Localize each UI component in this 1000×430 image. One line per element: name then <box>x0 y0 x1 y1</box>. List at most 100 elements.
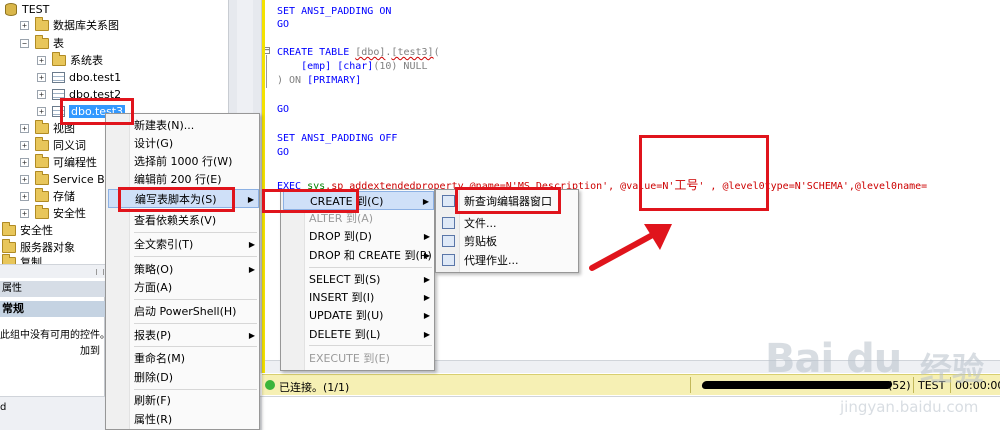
expand-icon[interactable]: + <box>20 123 29 133</box>
tree-node-replication[interactable]: 复制 <box>2 253 42 264</box>
menu-item-facets[interactable]: 方面(A) <box>108 278 259 297</box>
clipboard-icon <box>442 235 455 247</box>
code-line-5: ) ON [PRIMARY] <box>277 75 361 86</box>
annotation-box-new-query <box>455 187 561 214</box>
annotation-box-create-to <box>262 189 359 213</box>
ssms-window: TEST + 数据库关系图 − 表 + 系统表 + dbo.test1 + db… <box>0 0 1000 430</box>
tree-node-database[interactable]: TEST <box>5 1 49 17</box>
query-window-icon <box>442 195 455 207</box>
menu-item-select-top[interactable]: 选择前 1000 行(W) <box>108 152 259 171</box>
table-context-menu: 新建表(N)... 设计(G) 选择前 1000 行(W) 编辑前 200 行(… <box>105 113 260 430</box>
tree-node-programmability[interactable]: + 可编程性 <box>20 153 97 170</box>
tree-node-server-objects[interactable]: 服务器对象 <box>2 238 75 255</box>
submenu-item-clipboard[interactable]: 剪贴板 <box>438 232 578 251</box>
tree-node-security[interactable]: 安全性 <box>2 221 53 238</box>
code-line-1: SET ANSI_PADDING ON <box>277 6 392 17</box>
tree-node-storage[interactable]: + 存储 <box>20 187 75 204</box>
tree-node-synonyms[interactable]: + 同义词 <box>20 136 86 153</box>
tree-node-system-tables[interactable]: + 系统表 <box>37 51 103 68</box>
expand-icon[interactable]: + <box>37 72 46 82</box>
folder-icon <box>35 119 49 134</box>
collapse-region-icon[interactable]: − <box>265 47 270 54</box>
tree-node-table-test1[interactable]: + dbo.test1 <box>37 69 121 85</box>
baidu-watermark: Bai du 经验 jingyan.baidu.com <box>745 330 995 430</box>
folder-icon <box>2 221 16 236</box>
submenu-arrow-icon: ▶ <box>248 331 255 340</box>
menu-item-fulltext-index[interactable]: 全文索引(T) ▶ <box>108 235 259 254</box>
folder-icon <box>35 34 49 49</box>
database-icon <box>5 2 17 16</box>
submenu-item-drop-to[interactable]: DROP 到(D) ▶ <box>283 227 434 246</box>
folder-icon <box>52 51 66 66</box>
tree-node-diagrams[interactable]: + 数据库关系图 <box>20 16 119 33</box>
folder-icon <box>35 204 49 219</box>
expand-icon[interactable]: + <box>20 20 29 30</box>
bottom-label: d <box>0 402 7 413</box>
table-icon <box>52 71 65 83</box>
menu-item-properties[interactable]: 属性(R) <box>108 410 259 429</box>
folder-icon <box>2 238 16 253</box>
code-identifier: [test3] <box>391 47 434 58</box>
menu-item-label: DROP 到(D) <box>309 230 372 243</box>
expand-icon[interactable]: + <box>20 174 29 184</box>
submenu-item-select-to[interactable]: SELECT 到(S) ▶ <box>283 270 434 289</box>
submenu-item-file[interactable]: 文件... <box>438 214 578 233</box>
annotation-box-script-as <box>118 187 235 212</box>
collapse-icon[interactable]: − <box>20 38 29 48</box>
submenu-arrow-icon: ▶ <box>423 293 430 302</box>
menu-item-refresh[interactable]: 刷新(F) <box>108 391 259 410</box>
submenu-arrow-icon: ▶ <box>423 251 430 260</box>
menu-item-policies[interactable]: 策略(O) ▶ <box>108 260 259 279</box>
annotation-box-value <box>639 135 769 211</box>
properties-section-general[interactable]: 常规 <box>0 301 105 317</box>
folder-icon <box>35 136 49 151</box>
folder-icon <box>35 16 49 31</box>
submenu-item-insert-to[interactable]: INSERT 到(I) ▶ <box>283 288 434 307</box>
menu-separator <box>134 346 257 347</box>
menu-item-design[interactable]: 设计(G) <box>108 134 259 153</box>
baidu-logo: Bai du <box>765 336 902 382</box>
expand-icon[interactable]: + <box>20 140 29 150</box>
tree-node-tables[interactable]: − 表 <box>20 34 64 51</box>
menu-item-powershell[interactable]: 启动 PowerShell(H) <box>108 302 259 321</box>
expand-icon[interactable]: + <box>20 157 29 167</box>
menu-item-label: 全文索引(T) <box>134 238 194 251</box>
menu-item-rename[interactable]: 重命名(M) <box>108 349 259 368</box>
outline-guide <box>266 55 267 88</box>
tree-node-service-broker[interactable]: + Service Bro <box>20 170 116 187</box>
code-line-2: GO <box>277 19 290 30</box>
expand-icon[interactable]: + <box>37 89 46 99</box>
expand-icon[interactable]: + <box>20 191 29 201</box>
menu-item-label: 剪贴板 <box>464 235 497 248</box>
expand-icon[interactable]: + <box>20 208 29 218</box>
code-filegroup: [PRIMARY] <box>307 75 362 86</box>
properties-title: 属性 <box>0 281 105 297</box>
menu-item-delete[interactable]: 删除(D) <box>108 368 259 387</box>
menu-item-label: 代理作业... <box>464 254 519 267</box>
menu-separator <box>134 232 257 233</box>
submenu-item-drop-create-to[interactable]: DROP 和 CREATE 到(R) ▶ <box>283 246 434 265</box>
code-line-3: CREATE TABLE [dbo].[test3]( <box>277 47 440 58</box>
properties-pane: 属性 常规 此组中没有可用的控件。 加到 <box>0 281 110 396</box>
scroll-grip-icon[interactable] <box>96 269 104 275</box>
menu-item-label: 报表(P) <box>134 329 172 342</box>
expand-icon[interactable]: + <box>37 55 46 65</box>
tree-node-db-security[interactable]: + 安全性 <box>20 204 86 221</box>
menu-item-label: UPDATE 到(U) <box>309 309 384 322</box>
submenu-item-delete-to[interactable]: DELETE 到(L) ▶ <box>283 325 434 344</box>
submenu-arrow-icon: ▶ <box>248 240 255 249</box>
expand-icon[interactable]: + <box>37 106 46 116</box>
agent-job-icon <box>442 254 455 266</box>
folder-icon <box>35 187 49 202</box>
submenu-item-update-to[interactable]: UPDATE 到(U) ▶ <box>283 306 434 325</box>
menu-item-view-dependencies[interactable]: 查看依赖关系(V) <box>108 211 259 230</box>
submenu-arrow-icon: ▶ <box>247 195 254 204</box>
menu-item-label: DROP 和 CREATE 到(R) <box>309 249 432 262</box>
menu-item-reports[interactable]: 报表(P) ▶ <box>108 326 259 345</box>
tree-horizontal-scrollbar[interactable] <box>0 264 106 278</box>
submenu-item-agent-job[interactable]: 代理作业... <box>438 251 578 270</box>
menu-separator <box>309 345 432 346</box>
save-file-icon <box>442 217 455 229</box>
connected-icon <box>265 380 275 390</box>
menu-item-label: SELECT 到(S) <box>309 273 381 286</box>
